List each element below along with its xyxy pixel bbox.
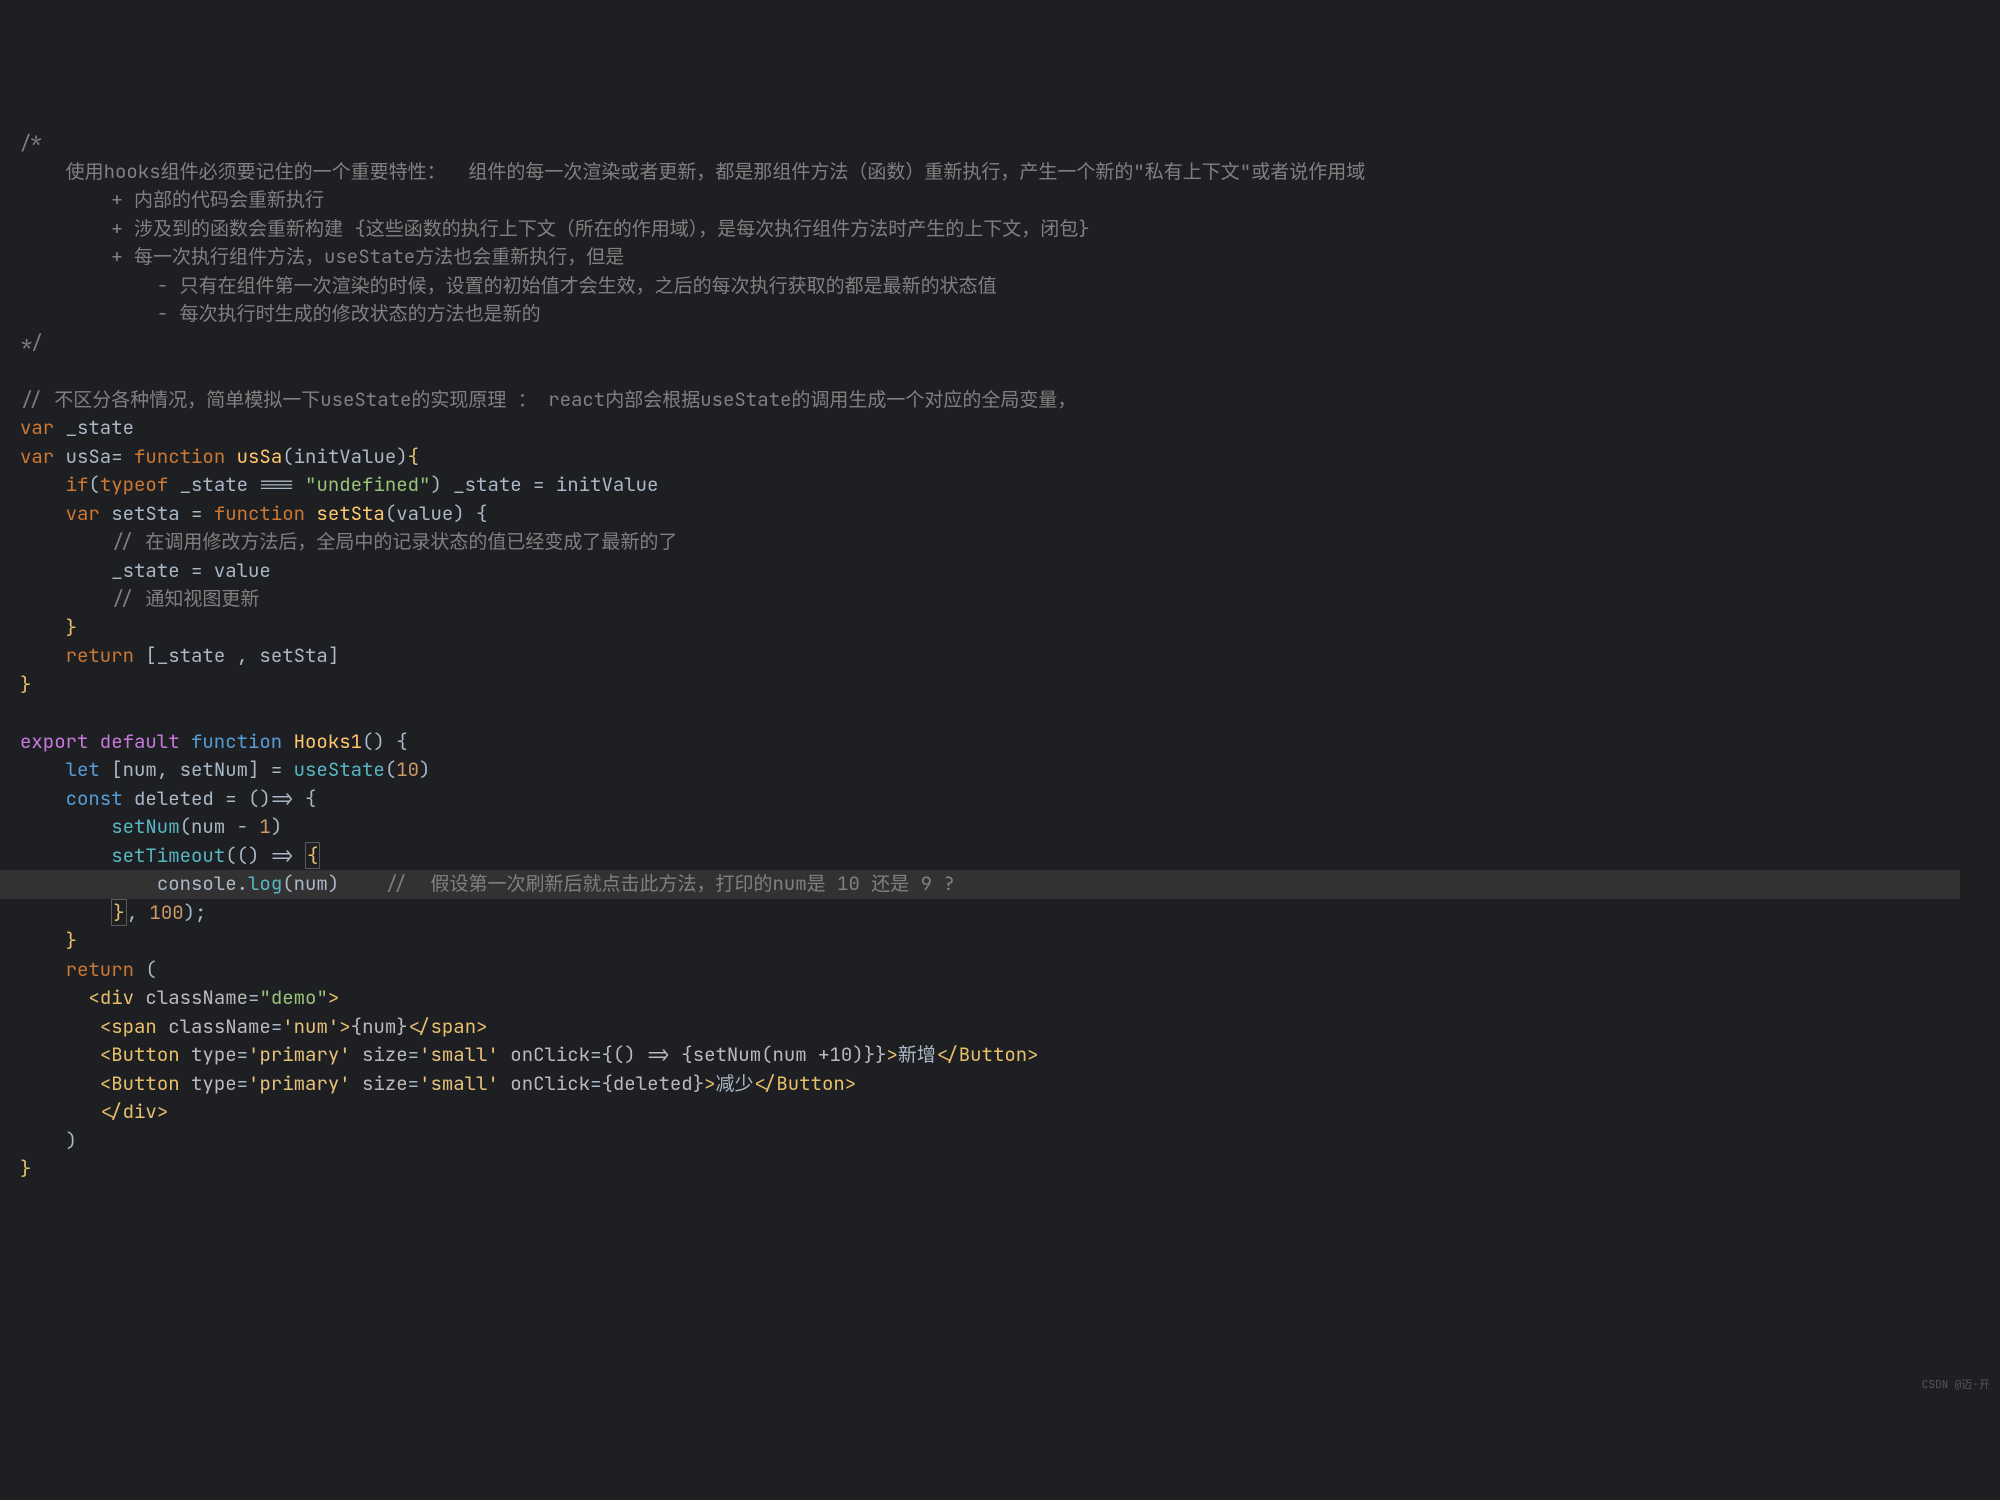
function-call: setTimeout <box>111 843 225 868</box>
operator: === <box>259 472 305 497</box>
brace: } <box>20 1156 31 1181</box>
identifier: _state <box>168 472 259 497</box>
string: 'primary' <box>248 1071 351 1096</box>
function-name: usSa <box>225 444 282 469</box>
jsx-text: 减少 <box>716 1071 754 1096</box>
jsx-attr: className <box>134 985 248 1010</box>
keyword-typeof: typeof <box>100 472 168 497</box>
keyword-return: return <box>66 957 134 982</box>
string: 'num' <box>282 1014 339 1039</box>
string: "undefined" <box>305 472 430 497</box>
comment-block-end: */ <box>20 330 43 355</box>
jsx-tag: Button <box>111 1071 179 1096</box>
identifier: setSta = <box>100 501 214 526</box>
jsx-tag: Button <box>959 1042 1027 1067</box>
arrow-fn: = ()=> { <box>225 786 316 811</box>
console: console <box>157 871 237 896</box>
string: 'primary' <box>248 1042 351 1067</box>
params: (value) { <box>385 501 488 526</box>
highlighted-line: console.log(num) // 假设第一次刷新后就点击此方法，打印的nu… <box>0 870 1960 899</box>
jsx-tag: Button <box>111 1042 179 1067</box>
jsx-tag: div <box>100 985 134 1010</box>
jsx-attr: className <box>157 1014 271 1039</box>
identifier: usSa <box>54 444 111 469</box>
keyword-var: var <box>66 501 100 526</box>
operator: = <box>111 444 134 469</box>
function-call: useState <box>294 757 385 782</box>
string: 'small' <box>419 1071 499 1096</box>
keyword-return: return <box>66 643 134 668</box>
jsx-tag: span <box>111 1014 157 1039</box>
number: 100 <box>149 900 183 925</box>
comment-block-start: /* <box>20 130 43 155</box>
jsx-attr: onClick <box>499 1042 590 1067</box>
keyword-export: export <box>20 729 88 754</box>
keyword-const: const <box>66 786 123 811</box>
assignment: _state = value <box>111 558 271 583</box>
comment-line: // 通知视图更新 <box>111 586 259 611</box>
identifier: _state <box>54 415 134 440</box>
function-call: setNum <box>111 814 179 839</box>
log: log <box>248 871 282 896</box>
jsx-attr: size <box>351 1042 408 1067</box>
jsx-text: 新增 <box>898 1042 936 1067</box>
params: (initValue) <box>282 444 407 469</box>
brace: { <box>408 444 419 469</box>
arg: (num) <box>282 871 339 896</box>
comment-line: 使用hooks组件必须要记住的一个重要特性： 组件的每一次渲染或者更新，都是那组… <box>20 159 1365 184</box>
keyword-let: let <box>66 757 100 782</box>
code-editor: /* 使用hooks组件必须要记住的一个重要特性： 组件的每一次渲染或者更新，都… <box>20 129 1980 1184</box>
brace: } <box>111 899 126 926</box>
keyword-if: if <box>66 472 89 497</box>
string: "demo" <box>259 985 327 1010</box>
jsx-expr: {() => {setNum(num +10)}} <box>602 1042 887 1067</box>
keyword-var: var <box>20 444 54 469</box>
jsx-attr: type <box>180 1071 237 1096</box>
function-name: Hooks1 <box>282 729 362 754</box>
comment-line: // 假设第一次刷新后就点击此方法，打印的num是 10 还是 9 ? <box>385 871 955 896</box>
function-name: setSta <box>305 501 385 526</box>
jsx-expr: {deleted} <box>602 1071 705 1096</box>
comment-line: + 内部的代码会重新执行 <box>20 187 324 212</box>
comment-line: - 只有在组件第一次渲染的时候，设置的初始值才会生效，之后的每次执行获取的都是最… <box>20 273 997 298</box>
number: 1 <box>259 814 270 839</box>
jsx-attr: type <box>180 1042 237 1067</box>
keyword-function: function <box>134 444 225 469</box>
comment-line: + 每一次执行组件方法，useState方法也会重新执行，但是 <box>20 244 624 269</box>
watermark: CSDN @迈·开 <box>1922 1377 1990 1394</box>
jsx-tag: Button <box>776 1071 844 1096</box>
assignment: _state = initValue <box>442 472 659 497</box>
number: 10 <box>396 757 419 782</box>
brace: { <box>305 842 320 869</box>
jsx-tag: span <box>431 1014 477 1039</box>
array: [_state , setSta] <box>134 643 339 668</box>
expr: (num - <box>180 814 260 839</box>
comment-line: // 不区分各种情况，简单模拟一下useState的实现原理 ： react内部… <box>20 387 1076 412</box>
keyword-function: function <box>180 729 283 754</box>
arrow: (() => <box>225 843 305 868</box>
brace: } <box>66 928 77 953</box>
jsx-attr: size <box>351 1071 408 1096</box>
jsx-attr: onClick <box>499 1071 590 1096</box>
jsx-tag: div <box>123 1099 157 1124</box>
string: 'small' <box>419 1042 499 1067</box>
keyword-function: function <box>214 501 305 526</box>
comment-line: // 在调用修改方法后，全局中的记录状态的值已经变成了最新的了 <box>111 529 677 554</box>
paren: ) <box>66 1128 77 1153</box>
brace: } <box>66 615 77 640</box>
comment-line: + 涉及到的函数会重新构建 {这些函数的执行上下文（所在的作用域），是每次执行组… <box>20 216 1090 241</box>
brace: } <box>20 672 31 697</box>
destructure: [num, setNum] = <box>100 757 294 782</box>
identifier: deleted <box>123 786 226 811</box>
keyword-var: var <box>20 415 54 440</box>
paren: ( <box>134 957 157 982</box>
keyword-default: default <box>88 729 179 754</box>
jsx-expr: {num} <box>351 1014 408 1039</box>
comment-line: - 每次执行时生成的修改状态的方法也是新的 <box>20 301 541 326</box>
params: () { <box>362 729 408 754</box>
